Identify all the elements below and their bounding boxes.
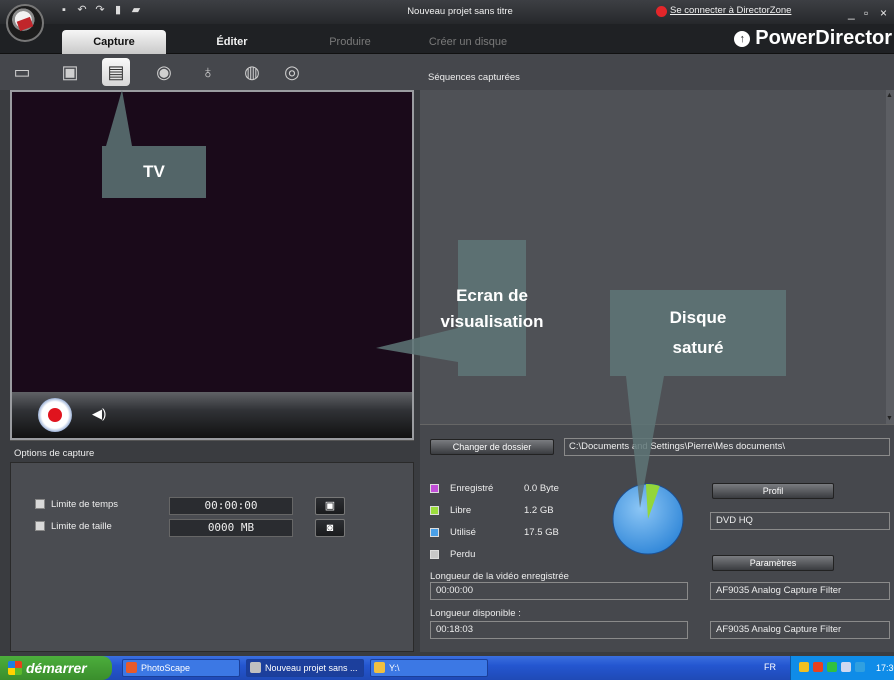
- app-logo[interactable]: [6, 4, 44, 42]
- tv-callout-text: TV: [143, 162, 165, 181]
- powerdirector-icon: [250, 662, 261, 673]
- powerdirector-window: ▪ ↶ ↷ ▮ ▰ Nouveau projet sans titre Se c…: [0, 0, 894, 680]
- folder-icon: [374, 662, 385, 673]
- start-button[interactable]: démarrer: [0, 656, 112, 680]
- tray-icon-5[interactable]: [855, 662, 865, 672]
- taskbar-item-drive[interactable]: Y:\: [370, 659, 488, 677]
- tray-icon-1[interactable]: [799, 662, 809, 672]
- tray-icon-4[interactable]: [841, 662, 851, 672]
- tray-icon-3[interactable]: [827, 662, 837, 672]
- taskbar-item-powerdirector[interactable]: Nouveau projet sans ...: [246, 659, 364, 677]
- tv-callout-pointer: [106, 90, 132, 146]
- disk-callout-pointer: [626, 376, 664, 508]
- tray-icon-2[interactable]: [813, 662, 823, 672]
- windows-flag-icon: [8, 661, 22, 675]
- disk-callout-line2: saturé: [672, 338, 724, 357]
- language-indicator[interactable]: FR: [764, 662, 776, 672]
- clock: 17:30: [876, 663, 894, 673]
- disk-callout: [610, 290, 786, 376]
- screen-callout-line2: visualisation: [440, 312, 544, 331]
- photoscape-icon: [126, 662, 137, 673]
- screen-callout: [458, 240, 526, 376]
- windows-taskbar: démarrer PhotoScape Nouveau projet sans …: [0, 656, 894, 680]
- taskbar-item-photoscape[interactable]: PhotoScape: [122, 659, 240, 677]
- screen-callout-line1: Ecran de: [456, 286, 528, 305]
- disk-callout-line1: Disque: [669, 308, 727, 327]
